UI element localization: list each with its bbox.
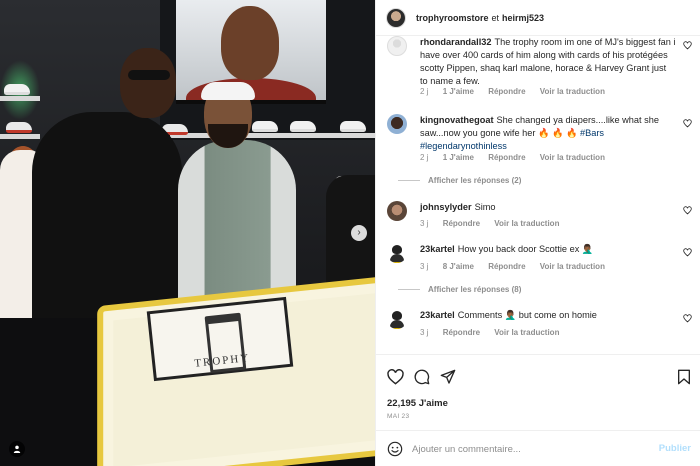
reply-button[interactable]: Répondre	[443, 219, 480, 228]
heart-icon[interactable]	[683, 119, 692, 128]
avatar[interactable]	[387, 309, 407, 329]
sneaker	[290, 121, 316, 132]
emoji-icon[interactable]	[387, 441, 403, 457]
comment-time: 3 j	[420, 262, 429, 271]
reply-button[interactable]: Répondre	[488, 153, 525, 162]
comment-meta: 3 j Répondre Voir la traduction	[420, 219, 571, 228]
reply-button[interactable]: Répondre	[443, 328, 480, 337]
comment-text: Simo	[474, 202, 496, 212]
shoe-shelf	[0, 134, 40, 139]
heart-icon[interactable]	[387, 369, 404, 385]
comment-username[interactable]: 23kartel	[420, 310, 455, 320]
bookmark-icon[interactable]	[677, 369, 691, 385]
comment-likes[interactable]: 1 J'aime	[443, 153, 474, 162]
comment-body: 23kartel How you back door Scottie ex 🤦🏾‍…	[420, 243, 676, 256]
shoe-shelf	[0, 96, 40, 101]
header-username[interactable]: trophyroomstore	[416, 13, 489, 23]
translate-button[interactable]: Voir la traduction	[494, 219, 559, 228]
comment-text: How you back door Scottie ex	[457, 244, 580, 254]
fire-emoji: 🔥 🔥 🔥	[537, 128, 578, 138]
translate-button[interactable]: Voir la traduction	[540, 153, 605, 162]
sneaker	[6, 122, 32, 133]
comment-likes[interactable]: 8 J'aime	[443, 262, 474, 271]
person-left-head	[120, 48, 176, 118]
comment-meta: 2 j 1 J'aime Répondre Voir la traduction	[420, 87, 617, 96]
header-collaborator[interactable]: heirmj523	[502, 13, 544, 23]
comment-username[interactable]: 23kartel	[420, 244, 455, 254]
facepalm-emoji: 🤦🏾‍♂️	[581, 244, 594, 254]
translate-button[interactable]: Voir la traduction	[540, 262, 605, 271]
comment-time: 3 j	[420, 328, 429, 337]
add-comment-bar: Publier	[376, 430, 700, 466]
sneaker	[4, 84, 30, 95]
translate-button[interactable]: Voir la traduction	[494, 328, 559, 337]
header-separator: et	[491, 12, 500, 23]
heart-icon[interactable]	[683, 41, 692, 50]
reply-button[interactable]: Répondre	[488, 262, 525, 271]
comment-time: 2 j	[420, 153, 429, 162]
screen-portrait-face	[221, 6, 279, 80]
comment-meta: 3 j Répondre Voir la traduction	[420, 328, 571, 337]
avatar[interactable]	[387, 243, 407, 263]
sneaker	[340, 121, 366, 132]
reply-button[interactable]: Répondre	[488, 87, 525, 96]
cake-logo: TROPHY	[146, 296, 294, 382]
comment-username[interactable]: johnsylyder	[420, 202, 472, 212]
post-comment-button[interactable]: Publier	[659, 443, 691, 454]
comment-username[interactable]: kingnovathegoat	[420, 115, 494, 125]
comment-likes[interactable]: 1 J'aime	[443, 87, 474, 96]
person-icon	[13, 445, 21, 453]
person-right-cap	[201, 82, 255, 100]
comment-time: 3 j	[420, 219, 429, 228]
comment-time: 2 j	[420, 87, 429, 96]
paper-plane-icon[interactable]	[440, 369, 456, 385]
sneaker	[252, 121, 278, 132]
view-replies-button[interactable]: Afficher les réponses (8)	[398, 285, 521, 294]
comment-body: 23kartel Comments 🤦🏾‍♂️ but come on homie	[420, 309, 676, 322]
comment-text-continued: but come on homie	[518, 310, 597, 320]
comment-icon[interactable]	[414, 369, 430, 385]
like-count[interactable]: 22,195 J'aime	[387, 398, 448, 409]
comment-text: Comments	[457, 310, 503, 320]
chevron-right-icon: ›	[357, 227, 361, 238]
tagged-users-button[interactable]	[9, 441, 25, 457]
comment-username[interactable]: rhondarandall32	[420, 37, 491, 47]
comment-body: kingnovathegoat She changed ya diapers...…	[420, 114, 676, 153]
avatar[interactable]	[387, 114, 407, 134]
comment-body: johnsylyder Simo	[420, 201, 676, 214]
post-actions: 22,195 J'aime MAI 23 Publier	[376, 354, 700, 466]
heart-icon[interactable]	[683, 248, 692, 257]
heart-icon[interactable]	[683, 314, 692, 323]
next-photo-button[interactable]: ›	[351, 225, 367, 241]
avatar[interactable]	[387, 201, 407, 221]
view-replies-button[interactable]: Afficher les réponses (2)	[398, 176, 521, 185]
post-header: trophyroomstore et heirmj523	[376, 0, 700, 36]
sunglasses	[128, 70, 170, 80]
post-date[interactable]: MAI 23	[387, 413, 409, 420]
comment-meta: 2 j 1 J'aime Répondre Voir la traduction	[420, 153, 617, 162]
comment-body: rhondarandall32 The trophy room im one of…	[420, 36, 676, 88]
post-side-panel: trophyroomstore et heirmj523 rhondaranda…	[375, 0, 700, 466]
post-photo[interactable]: TROPHY ›	[0, 0, 375, 466]
shoe-shelf	[170, 133, 375, 138]
translate-button[interactable]: Voir la traduction	[540, 87, 605, 96]
avatar[interactable]	[387, 36, 407, 56]
comment-input[interactable]	[412, 442, 632, 456]
comment-list[interactable]: rhondarandall32 The trophy room im one of…	[376, 36, 700, 354]
avatar[interactable]	[386, 7, 406, 28]
facepalm-emoji: 🤦🏾‍♂️	[504, 310, 517, 320]
heart-icon[interactable]	[683, 206, 692, 215]
comment-meta: 3 j 8 J'aime Répondre Voir la traduction	[420, 262, 617, 271]
